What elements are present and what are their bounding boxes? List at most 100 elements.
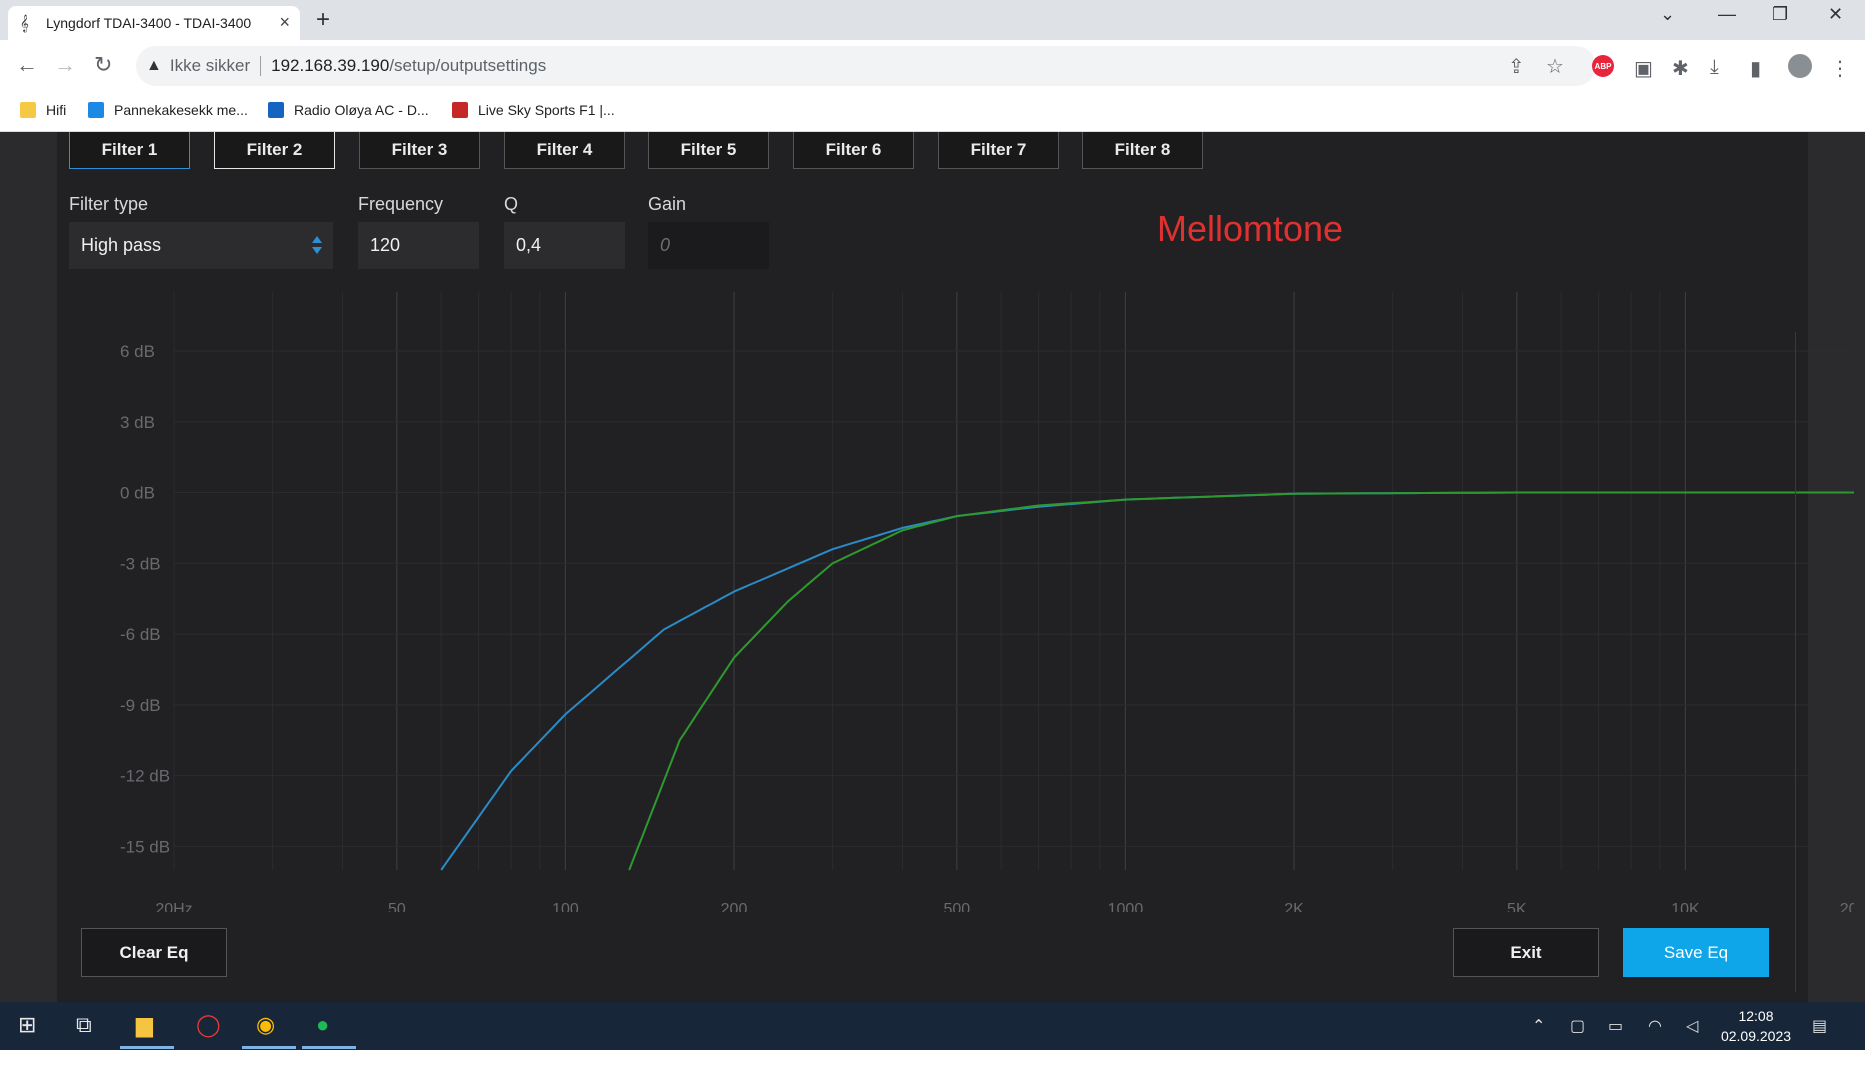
browser-tab-strip: 𝄞 Lyngdorf TDAI-3400 - TDAI-3400 × + ⌄ —… bbox=[0, 0, 1865, 40]
back-icon[interactable]: ← bbox=[16, 52, 38, 78]
y-tick-label: 3 dB bbox=[120, 413, 155, 432]
exit-button[interactable]: Exit bbox=[1453, 928, 1599, 977]
q-label: Q bbox=[504, 194, 519, 214]
tab-filter-3[interactable]: Filter 3 bbox=[359, 132, 480, 169]
bookmark-label: Hifi bbox=[46, 102, 67, 118]
series-line-2 bbox=[628, 491, 1854, 871]
eq-response-chart: 20Hz 50 100 200 500 1000 2K 5K 10K 20K 6 dB 3 dB 0 d… bbox=[120, 292, 1854, 912]
security-label: Ikke sikker bbox=[169, 56, 251, 75]
y-tick-label: 6 dB bbox=[120, 342, 155, 361]
y-tick-label: -12 dB bbox=[120, 767, 170, 786]
filter-type-label: Filter type bbox=[69, 194, 149, 214]
gain-placeholder: 0 bbox=[660, 235, 671, 255]
tab-title: Lyngdorf TDAI-3400 - TDAI-3400 bbox=[46, 15, 252, 31]
bookmark-label: Live Sky Sports F1 |... bbox=[478, 102, 615, 118]
reload-icon[interactable]: ↻ bbox=[94, 52, 112, 78]
x-tick-label: 20K bbox=[1840, 901, 1854, 912]
bookmarks-bar: Hifi Pannekakesekk me... Radio Oløya AC … bbox=[0, 92, 1865, 132]
tab-filter-7[interactable]: Filter 7 bbox=[938, 132, 1059, 169]
frequency-input[interactable]: 120 bbox=[358, 222, 479, 269]
share-icon[interactable]: ⇪ bbox=[1508, 54, 1525, 79]
q-value: 0,4 bbox=[516, 235, 542, 255]
q-input[interactable]: 0,4 bbox=[504, 222, 625, 269]
bookmark-label: Radio Oløya AC - D... bbox=[294, 102, 429, 118]
gain-label: Gain bbox=[648, 194, 687, 214]
x-tick-label: 20Hz bbox=[155, 901, 192, 912]
bookmark-item[interactable]: Radio Oløya AC - D... bbox=[268, 102, 429, 118]
star-icon[interactable]: ☆ bbox=[1546, 54, 1564, 79]
file-explorer-icon[interactable]: ▆ bbox=[136, 1012, 153, 1038]
address-bar[interactable]: ▲ Ikke sikker 192.168.39.190 /setup/outp… bbox=[136, 46, 1596, 86]
x-tick-label: 2K bbox=[1284, 901, 1304, 912]
treble-clef-icon: 𝄞 bbox=[20, 14, 29, 32]
extensions-icon[interactable]: ✱ bbox=[1672, 56, 1689, 81]
y-tick-label: -3 dB bbox=[120, 554, 161, 573]
restore-icon[interactable]: ❐ bbox=[1772, 4, 1788, 25]
f1-icon bbox=[452, 102, 468, 118]
tab-filter-5[interactable]: Filter 5 bbox=[648, 132, 769, 169]
filter-type-select[interactable]: High pass bbox=[69, 222, 333, 269]
cast-icon[interactable]: ▣ bbox=[1634, 56, 1653, 81]
rss-icon bbox=[268, 102, 284, 118]
tab-filter-8[interactable]: Filter 8 bbox=[1082, 132, 1203, 169]
system-clock[interactable]: 12:08 02.09.2023 bbox=[1716, 1006, 1796, 1046]
tab-filter-1[interactable]: Filter 1 bbox=[69, 132, 190, 169]
annotation-label: Mellomtone bbox=[1157, 208, 1344, 249]
browser-tab[interactable]: 𝄞 Lyngdorf TDAI-3400 - TDAI-3400 × bbox=[8, 6, 300, 40]
adblock-icon[interactable]: ABP bbox=[1592, 55, 1614, 77]
clear-eq-button[interactable]: Clear Eq bbox=[81, 928, 227, 977]
screen-bottom-margin bbox=[0, 1050, 1865, 1080]
browser-toolbar: ← → ↻ ▲ Ikke sikker 192.168.39.190 /setu… bbox=[0, 40, 1865, 92]
y-tick-label: -6 dB bbox=[120, 625, 161, 644]
tab-filter-6[interactable]: Filter 6 bbox=[793, 132, 914, 169]
volume-icon[interactable]: ◁ bbox=[1686, 1016, 1698, 1036]
x-tick-label: 500 bbox=[943, 901, 970, 912]
bookmark-label: Pannekakesekk me... bbox=[114, 102, 248, 118]
profile-avatar[interactable] bbox=[1788, 54, 1812, 78]
x-tick-label: 1000 bbox=[1108, 901, 1144, 912]
x-tick-label: 5K bbox=[1507, 901, 1527, 912]
frequency-value: 120 bbox=[370, 235, 401, 255]
x-tick-label: 50 bbox=[388, 901, 406, 912]
new-tab-icon[interactable]: + bbox=[316, 6, 330, 34]
taskbar-active-indicator bbox=[302, 1046, 356, 1049]
close-tab-icon[interactable]: × bbox=[279, 12, 290, 33]
gain-input: 0 bbox=[648, 222, 769, 269]
tab-filter-4[interactable]: Filter 4 bbox=[504, 132, 625, 169]
page-background: Filter 1 Filter 2 Filter 3 Filter 4 Filt… bbox=[0, 132, 1865, 1002]
tab-filter-2[interactable]: Filter 2 bbox=[214, 132, 335, 169]
url-host: 192.168.39.190 bbox=[271, 56, 390, 75]
close-window-icon[interactable]: ✕ bbox=[1828, 4, 1843, 25]
forward-icon[interactable]: → bbox=[54, 52, 76, 78]
notifications-icon[interactable]: ▤ bbox=[1812, 1016, 1827, 1036]
eq-panel: Filter 1 Filter 2 Filter 3 Filter 4 Filt… bbox=[57, 132, 1854, 1002]
scrollbar[interactable] bbox=[1795, 332, 1805, 992]
select-arrows-icon bbox=[312, 236, 322, 254]
teams-icon[interactable]: ▢ bbox=[1570, 1016, 1585, 1036]
taskbar-active-indicator bbox=[242, 1046, 296, 1049]
battery-icon[interactable]: ▭ bbox=[1608, 1016, 1623, 1036]
save-eq-button[interactable]: Save Eq bbox=[1623, 928, 1769, 977]
download-icon[interactable]: ⤓ bbox=[1710, 56, 1719, 79]
series-line-1 bbox=[440, 491, 1854, 871]
bookmark-item[interactable]: Hifi bbox=[20, 102, 66, 118]
taskbar-active-indicator bbox=[120, 1046, 174, 1049]
chrome-icon[interactable]: ◉ bbox=[256, 1012, 275, 1038]
bookmark-item[interactable]: Live Sky Sports F1 |... bbox=[452, 102, 615, 118]
y-tick-label: 0 dB bbox=[120, 484, 155, 503]
spotify-icon[interactable]: ● bbox=[316, 1012, 329, 1038]
tab-search-icon[interactable]: ⌄ bbox=[1660, 4, 1675, 25]
tray-overflow-icon[interactable]: ⌃ bbox=[1532, 1016, 1545, 1036]
filter-type-value: High pass bbox=[81, 235, 162, 255]
opera-icon[interactable]: ◯ bbox=[196, 1012, 221, 1038]
frequency-label: Frequency bbox=[358, 194, 444, 214]
url-divider bbox=[260, 56, 262, 76]
bookmark-item[interactable]: Pannekakesekk me... bbox=[88, 102, 248, 118]
windows-start-icon[interactable]: ⊞ bbox=[18, 1012, 36, 1038]
network-icon[interactable]: ◠ bbox=[1648, 1016, 1662, 1036]
menu-icon[interactable]: ⋮ bbox=[1830, 56, 1850, 81]
side-panel-icon[interactable]: ▮ bbox=[1750, 56, 1761, 81]
x-tick-label: 100 bbox=[552, 901, 579, 912]
task-view-icon[interactable]: ⧉ bbox=[76, 1012, 92, 1038]
minimize-icon[interactable]: — bbox=[1718, 4, 1736, 25]
